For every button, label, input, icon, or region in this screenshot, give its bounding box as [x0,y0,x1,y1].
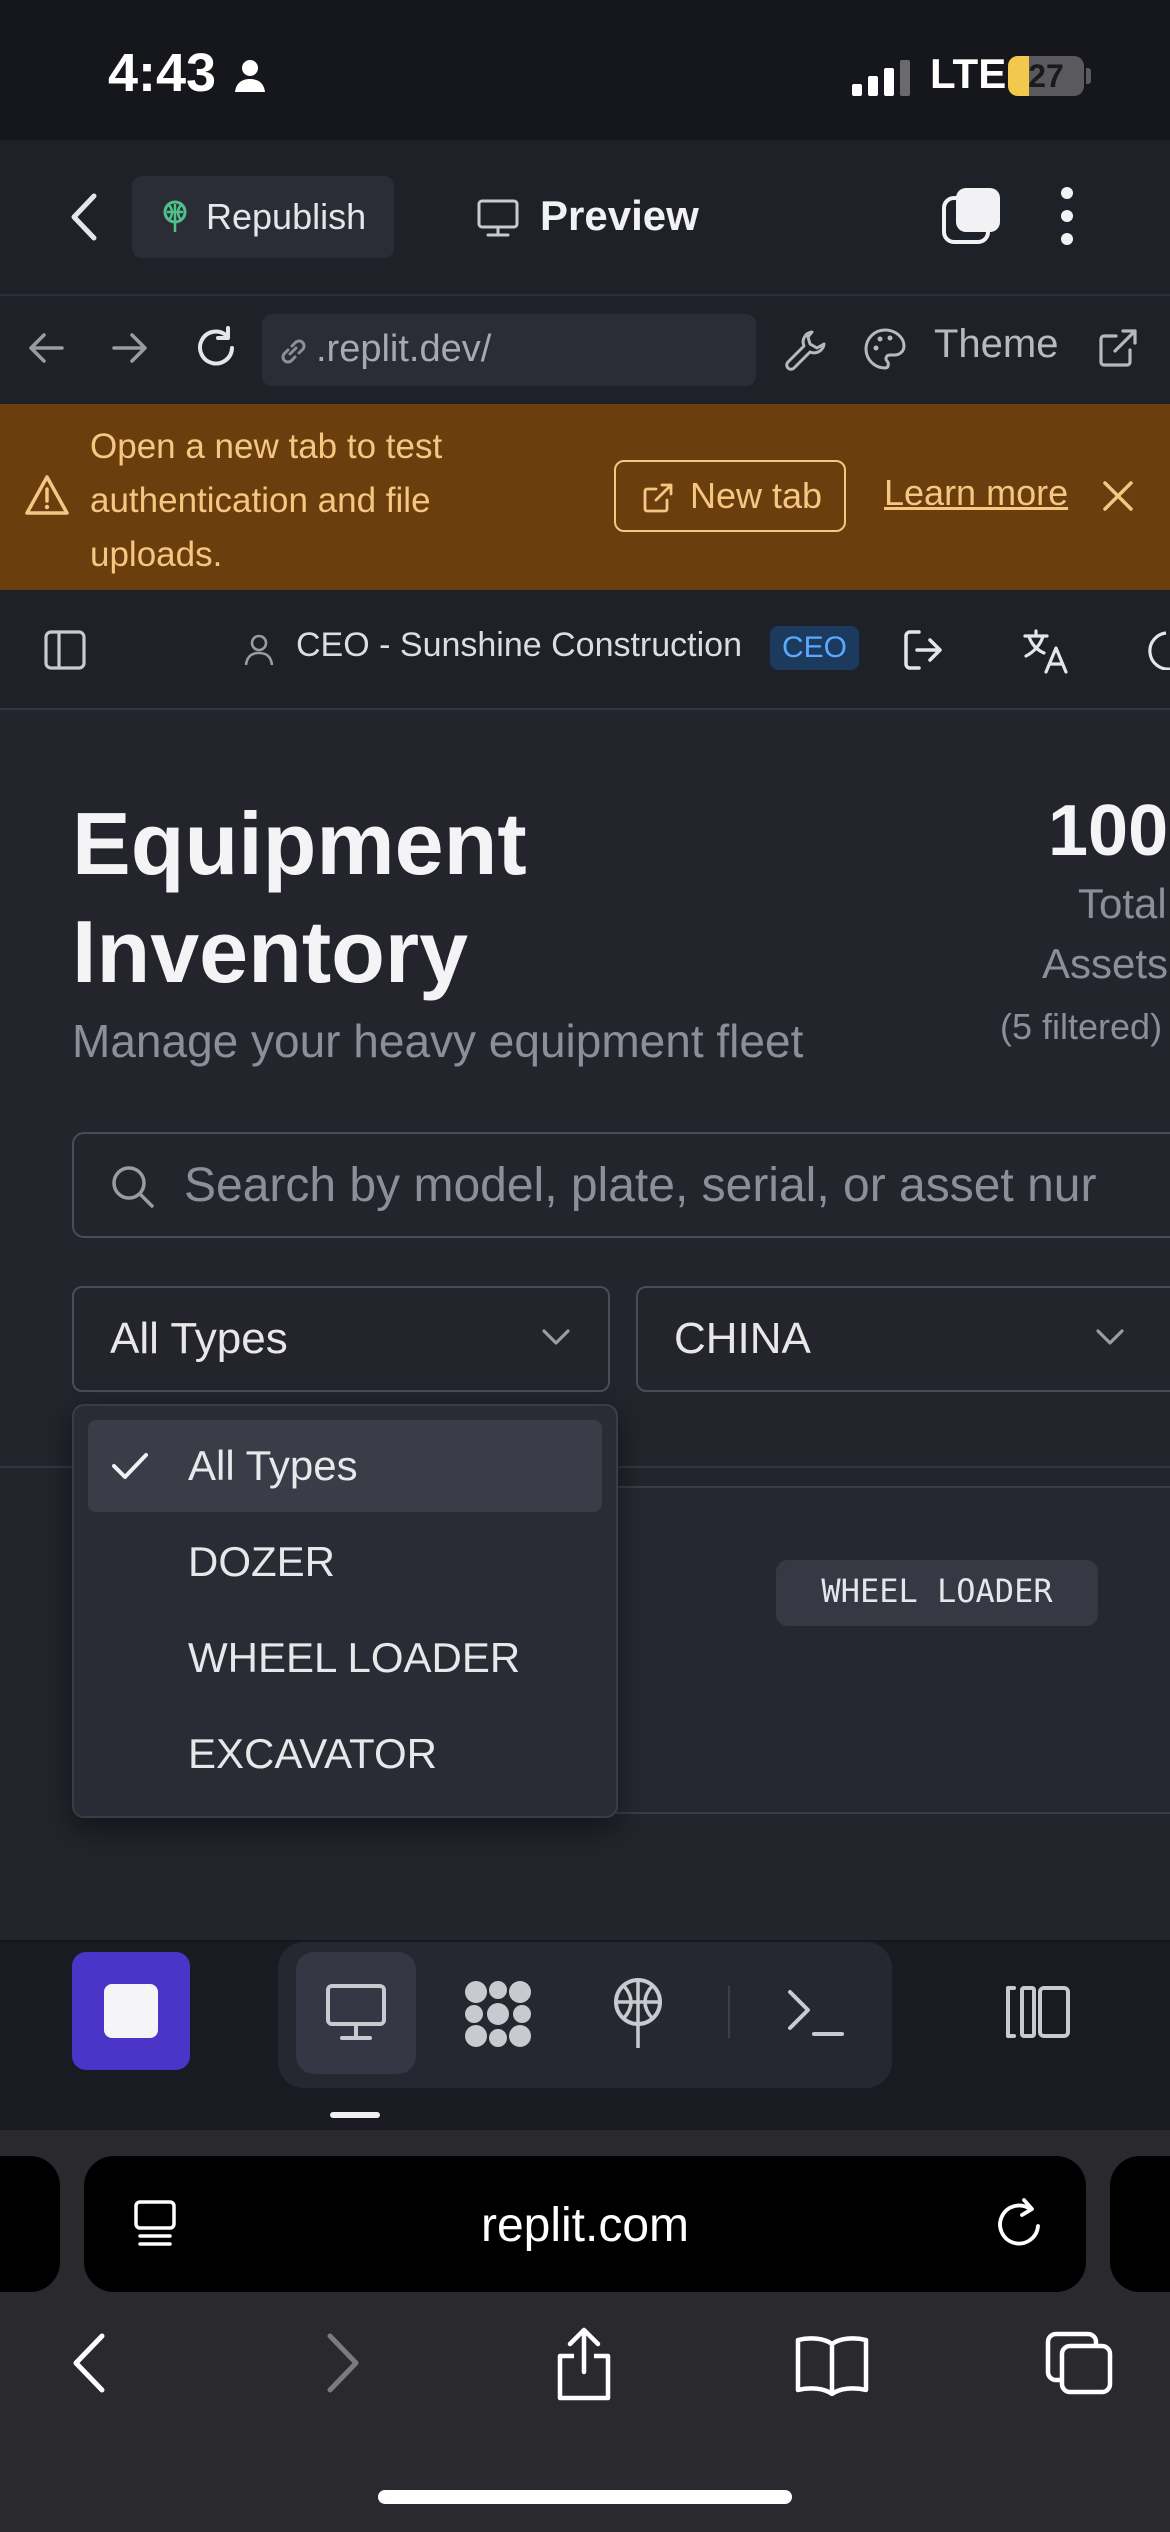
dropdown-option[interactable]: DOZER [88,1516,602,1608]
site-domain: replit.com [480,2199,690,2252]
preview-tool-button[interactable] [296,1952,416,2074]
stop-icon [104,1984,158,2038]
page-subtitle: Manage your heavy equipment fleet [72,1015,804,1067]
safari-toolbar: replit.com [0,2130,1170,2532]
chevron-left-icon[interactable] [70,2332,110,2394]
tool-separator [728,1986,730,2038]
tool-switcher [278,1942,892,2088]
page-title-line2: Inventory [72,902,469,1001]
webview-url-field[interactable]: .replit.dev/ [262,314,756,386]
battery-indicator: 27 [1008,56,1084,96]
page-title-line1: Equipment [72,794,527,893]
signal-icon [852,60,912,96]
puzzle-icon[interactable] [460,1976,536,2052]
dropdown-option[interactable]: EXCAVATOR [88,1708,602,1800]
network-type: LTE [930,50,1007,97]
total-assets-label-line2: Assets [1042,940,1169,987]
chevron-right-icon[interactable] [322,2332,362,2394]
layout-icon[interactable] [1002,1982,1074,2042]
dropdown-option-label: EXCAVATOR [188,1730,437,1777]
reload-icon[interactable] [994,2196,1046,2250]
monitor-icon [476,198,520,238]
search-icon [110,1164,156,1210]
banner-message: Open a new tab to test authentication an… [90,427,443,574]
moon-icon[interactable] [1144,630,1170,670]
user-icon [244,634,274,666]
status-bar: 4:43 LTE 27 [0,0,1170,140]
warning-icon [24,474,70,516]
deploy-icon [158,200,192,234]
filtered-count: (5 filtered) [1000,1006,1163,1047]
chevron-down-icon [540,1326,572,1348]
console-icon[interactable] [786,1986,846,2040]
theme-button[interactable]: Theme [934,322,1059,367]
stop-button[interactable] [72,1952,190,2070]
republish-label: Republish [206,196,367,237]
back-button[interactable] [66,192,102,242]
chevron-down-icon [1094,1326,1126,1348]
deploy-icon[interactable] [608,1976,668,2052]
close-icon[interactable] [1100,478,1136,514]
preview-tab[interactable]: Preview [472,176,712,258]
tabs-icon[interactable] [940,184,1004,248]
dropdown-option[interactable]: WHEEL LOADER [88,1612,602,1704]
external-link-icon [642,482,674,514]
country-filter-value: CHINA [674,1314,811,1363]
type-filter-dropdown: All Types DOZER WHEEL LOADER EXCAVATOR [72,1404,618,1818]
equipment-type-badge: WHEEL LOADER [776,1560,1098,1626]
active-tool-indicator [330,2112,380,2118]
arrow-right-icon[interactable] [108,326,152,370]
webview-address-row: .replit.dev/ Theme [0,296,1170,406]
total-assets-value: 100 [1048,791,1169,871]
new-tab-button[interactable]: New tab [614,460,846,532]
link-icon [276,334,310,368]
next-tab-peek[interactable] [1110,2156,1170,2292]
arrow-left-icon[interactable] [24,326,68,370]
more-icon[interactable] [1060,186,1074,246]
app-header: CEO - Sunshine Construction CEO [0,590,1170,710]
tabs-icon[interactable] [1044,2330,1114,2396]
check-icon [110,1450,150,1482]
warning-banner: Open a new tab to test authentication an… [0,404,1170,590]
logout-icon[interactable] [902,628,946,672]
preview-label: Preview [540,192,699,239]
learn-more-link[interactable]: Learn more [884,472,1068,514]
palette-icon[interactable] [862,326,908,372]
replit-bottom-bar [0,1942,1170,2130]
country-filter-select[interactable]: CHINA [636,1286,1170,1392]
search-input[interactable]: Search by model, plate, serial, or asset… [72,1132,1170,1238]
dropdown-option-label: DOZER [188,1538,335,1585]
share-icon[interactable] [552,2326,616,2402]
safari-address-bar[interactable]: replit.com [84,2156,1086,2292]
user-label: CEO - Sunshine Construction [296,626,742,664]
webview-url-text: .replit.dev/ [316,328,492,370]
external-link-icon[interactable] [1096,326,1140,370]
page-title: Equipment Inventory [72,790,527,1006]
battery-level: 27 [1028,58,1064,94]
person-icon [232,58,268,94]
reload-icon[interactable] [192,324,240,372]
type-filter-value: All Types [110,1314,288,1363]
dropdown-option[interactable]: All Types [88,1420,602,1512]
total-assets-label-line1: Total [1078,880,1167,927]
previous-tab-peek[interactable] [0,2156,60,2292]
replit-toolbar: Republish Preview [0,140,1170,296]
dropdown-option-label: WHEEL LOADER [188,1634,521,1681]
home-indicator[interactable] [378,2490,792,2504]
sidebar-icon[interactable] [44,630,86,670]
dropdown-option-label: All Types [188,1442,358,1489]
republish-button[interactable]: Republish [132,176,394,258]
battery-tip [1086,68,1091,84]
equipment-type-label: WHEEL LOADER [821,1572,1053,1610]
new-tab-label: New tab [690,475,823,516]
bookmarks-icon[interactable] [794,2334,870,2396]
monitor-icon [324,1982,388,2042]
role-badge: CEO [770,626,860,670]
wrench-icon[interactable] [782,326,828,372]
status-time: 4:43 [108,43,217,103]
search-placeholder: Search by model, plate, serial, or asset… [184,1159,1097,1212]
translate-icon[interactable] [1022,628,1070,674]
type-filter-select[interactable]: All Types [72,1286,610,1392]
